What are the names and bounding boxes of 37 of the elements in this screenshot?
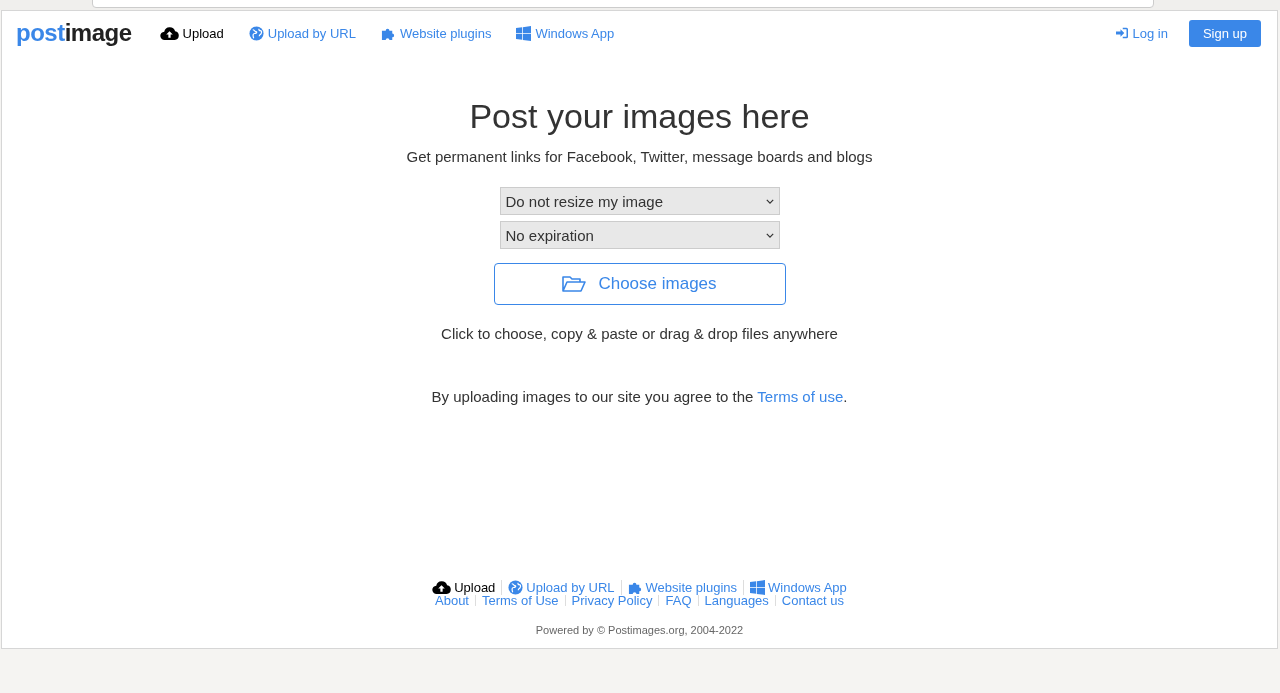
nav-link[interactable]: Website plugins <box>380 25 492 41</box>
login-link[interactable]: Log in <box>1116 25 1168 41</box>
folder-icon <box>562 275 587 293</box>
postimage-logo[interactable]: postimage <box>16 19 132 47</box>
copyright-text: Powered by © Postimages.org, 2004-2022 <box>535 624 744 636</box>
footer-link[interactable]: Privacy Policy <box>564 595 659 606</box>
upload-hint: Click to choose, copy & paste or drag & drop files anywhere <box>441 325 838 342</box>
footer-nav-link[interactable]: Windows App <box>743 580 853 595</box>
choose-images-button[interactable]: Choose images <box>493 263 786 305</box>
windows-icon <box>516 25 532 41</box>
page-heading: Post your images here <box>469 97 810 136</box>
nav-link[interactable]: Upload by URL <box>248 25 356 41</box>
globe-icon <box>508 580 524 595</box>
puzzle-icon <box>627 580 643 595</box>
footer-nav-link[interactable]: Upload <box>426 580 502 595</box>
footer-link[interactable]: Languages <box>697 595 775 606</box>
dropdown-select[interactable]: No expiration <box>499 221 780 249</box>
windows-icon <box>750 580 766 595</box>
nav-link[interactable]: Upload <box>159 25 224 41</box>
signup-button[interactable]: Sign up <box>1188 19 1261 47</box>
footer-nav-link[interactable]: Upload by URL <box>501 580 621 595</box>
footer-link[interactable]: Terms of Use <box>475 595 565 606</box>
footer-link[interactable]: Contact us <box>774 595 850 606</box>
footer-link[interactable]: About <box>429 595 475 606</box>
sign-in-icon <box>1116 27 1129 39</box>
terms-notice: By uploading images to our site you agree to the Terms of use. <box>431 388 848 405</box>
footer-link[interactable]: FAQ <box>658 595 698 606</box>
globe-icon <box>248 25 264 41</box>
nav-link[interactable]: Windows App <box>516 25 615 41</box>
cloud-upload-icon <box>432 580 452 595</box>
dropdown-select[interactable]: Do not resize my image <box>499 187 780 215</box>
chevron-down-icon <box>765 232 774 238</box>
footer-nav-link[interactable]: Website plugins <box>620 580 744 595</box>
subheading: Get permanent links for Facebook, Twitter, message boards and blogs <box>406 148 873 165</box>
chevron-down-icon <box>765 198 774 204</box>
cloud-upload-icon <box>159 25 179 41</box>
terms-link[interactable]: Terms of use <box>757 388 844 405</box>
